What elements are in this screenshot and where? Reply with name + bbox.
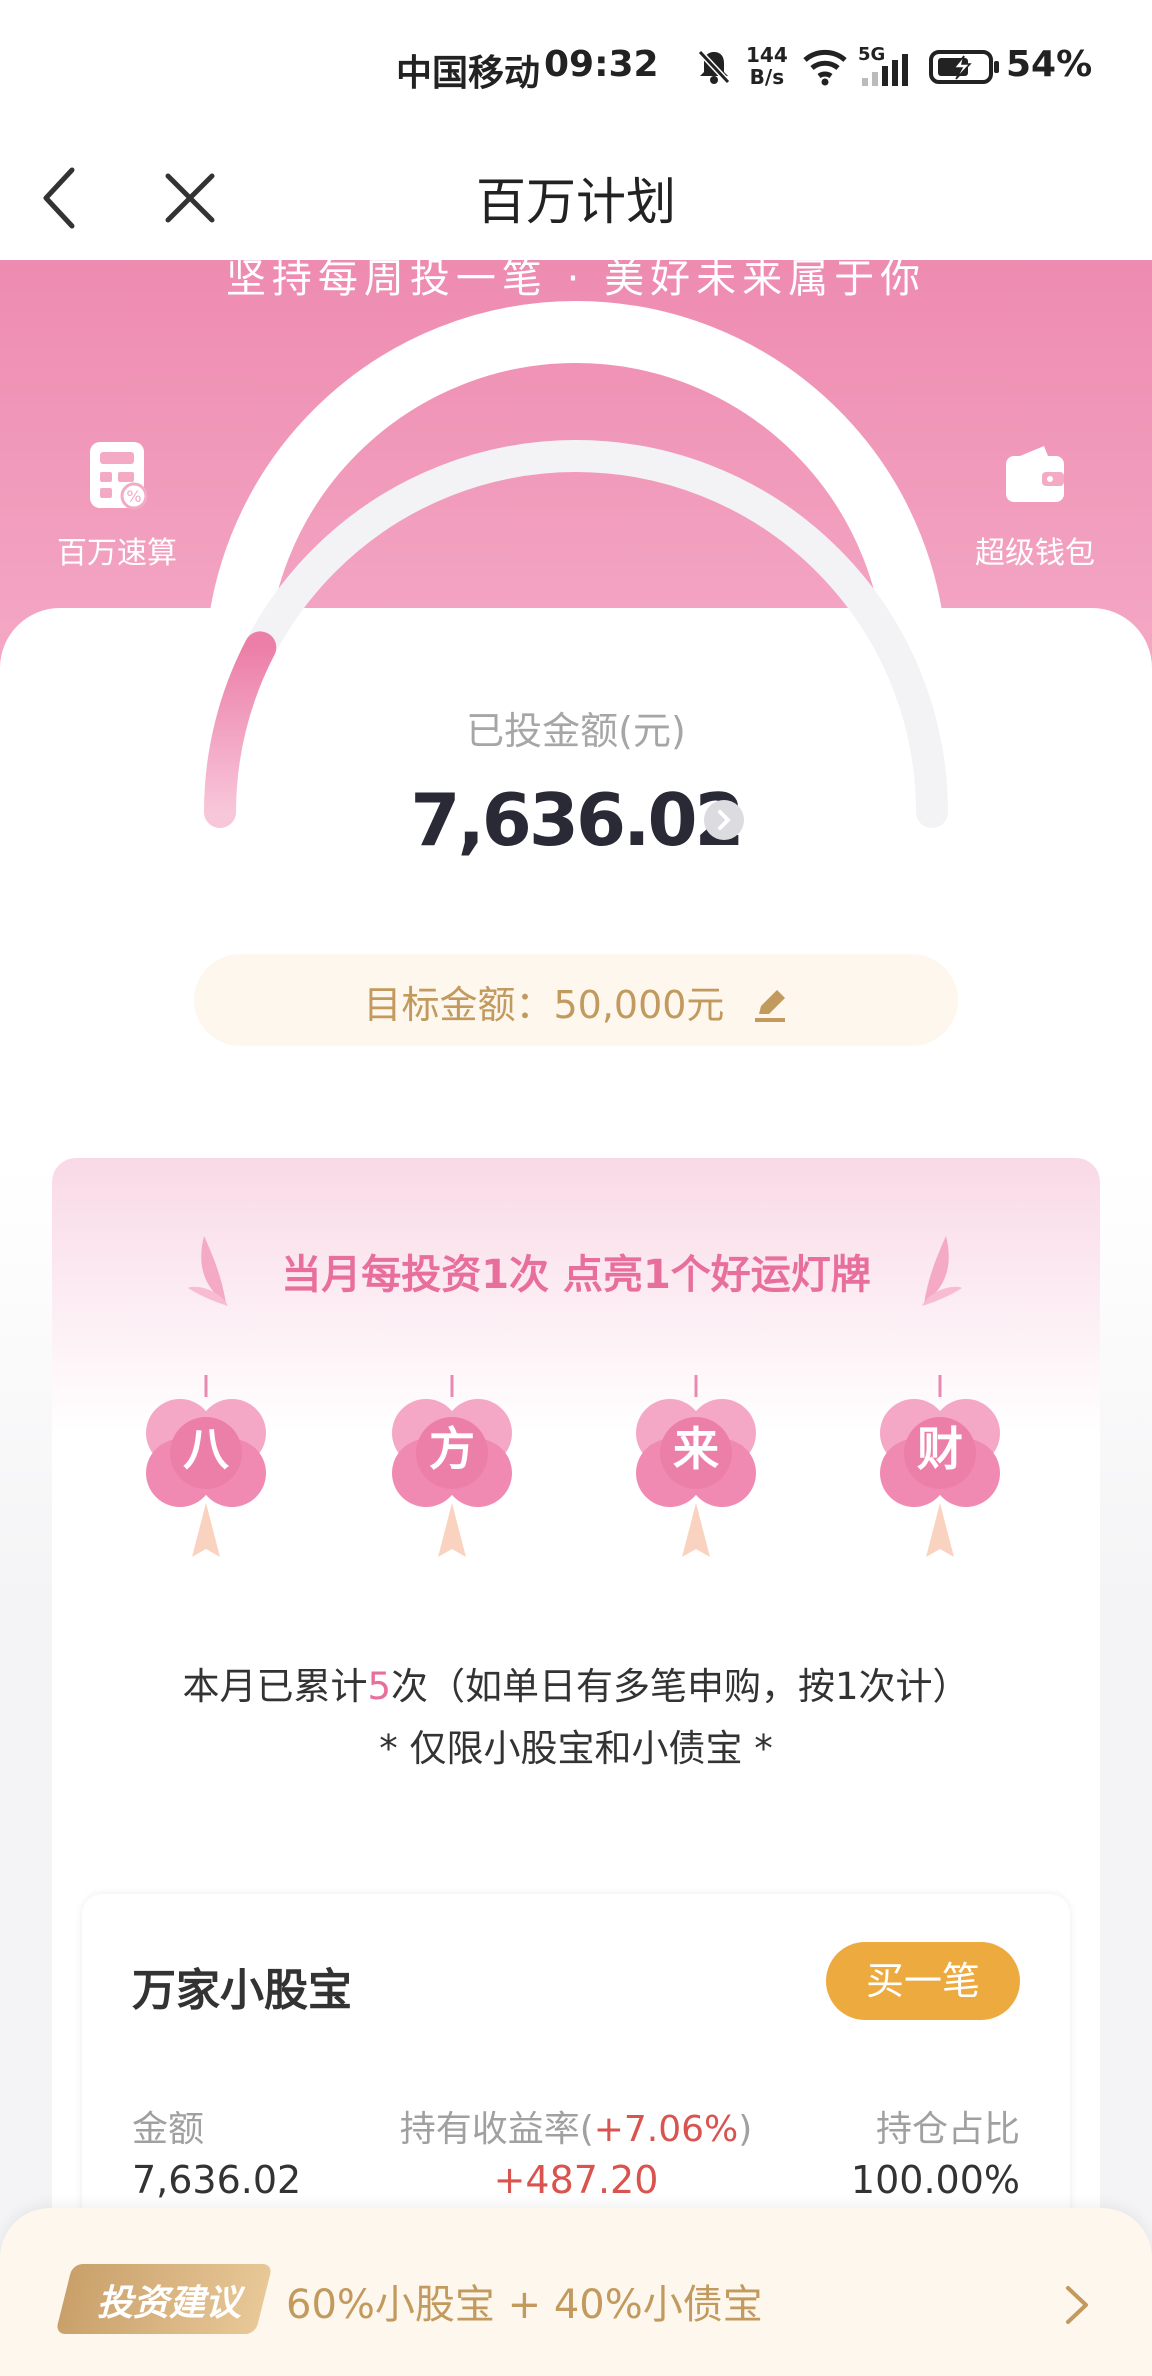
clock: 09:32 xyxy=(544,44,659,85)
status-bar: 中国移动 09:32 144 B/s 5G 54% xyxy=(0,0,1152,132)
lantern-cai: 财 xyxy=(870,1373,1010,1573)
lantern-fang: 方 xyxy=(382,1373,522,1573)
lantern-char: 方 xyxy=(429,1422,475,1476)
lucky-lantern-card: 当月每投资1次 点亮1个好运灯牌 八 方 来 财 本月已累计5次（如单日有多笔申… xyxy=(52,1158,1100,2376)
nav-bar: 百万计划 xyxy=(0,132,1152,260)
lantern-char: 来 xyxy=(673,1422,719,1476)
month-count-text: 本月已累计5次（如单日有多笔申购，按1次计） xyxy=(182,1665,970,1708)
advice-text: 60%小股宝 + 40%小债宝 xyxy=(286,2282,763,2328)
investment-advice-bar[interactable]: 投资建议 60%小股宝 + 40%小债宝 xyxy=(0,2208,1152,2376)
holding-return-rate: +7.06% xyxy=(593,2109,739,2150)
invested-amount[interactable]: 7,636.02 xyxy=(0,778,1152,862)
battery-icon xyxy=(929,50,999,84)
gauge-ring-bg xyxy=(205,301,947,703)
lantern-char: 八 xyxy=(183,1422,229,1476)
position-ratio-label: 持仓占比 xyxy=(875,2109,1020,2150)
edit-icon[interactable] xyxy=(751,986,789,1024)
lantern-ba: 八 xyxy=(136,1373,276,1573)
fund-name: 万家小股宝 xyxy=(132,1965,352,2016)
product-limit-text: * 仅限小股宝和小债宝 * xyxy=(379,1727,773,1770)
invested-label: 已投金额(元) xyxy=(466,709,686,753)
carrier: 中国移动 xyxy=(396,53,541,94)
buy-button[interactable]: 买一笔 xyxy=(826,1942,1020,2020)
battery-percent: 54% xyxy=(1006,44,1093,85)
target-amount-pill[interactable]: 目标金额：50,000元 xyxy=(194,954,958,1046)
wifi-icon xyxy=(803,49,847,86)
lantern-char: 财 xyxy=(917,1422,963,1476)
position-ratio-value: 100.00% xyxy=(850,2158,1020,2202)
fund-card[interactable]: 万家小股宝 买一笔 金额 7,636.02 持有收益率(+7.06%) +487… xyxy=(82,1894,1070,2254)
chevron-right-icon[interactable] xyxy=(704,800,744,840)
chevron-right-icon[interactable] xyxy=(1060,2282,1094,2328)
bell-mute-icon xyxy=(697,49,731,85)
gauge-track xyxy=(204,440,948,828)
net-speed: 144 B/s xyxy=(746,43,788,89)
advice-badge-label: 投资建议 xyxy=(96,2283,241,2324)
month-count-number: 5 xyxy=(367,1665,391,1708)
page-title: 百万计划 xyxy=(476,173,676,231)
target-amount-text: 目标金额：50,000元 xyxy=(363,983,725,1027)
signal-icon xyxy=(862,54,908,86)
laurel-right-icon xyxy=(922,1236,962,1306)
lantern-lai: 来 xyxy=(626,1373,766,1573)
